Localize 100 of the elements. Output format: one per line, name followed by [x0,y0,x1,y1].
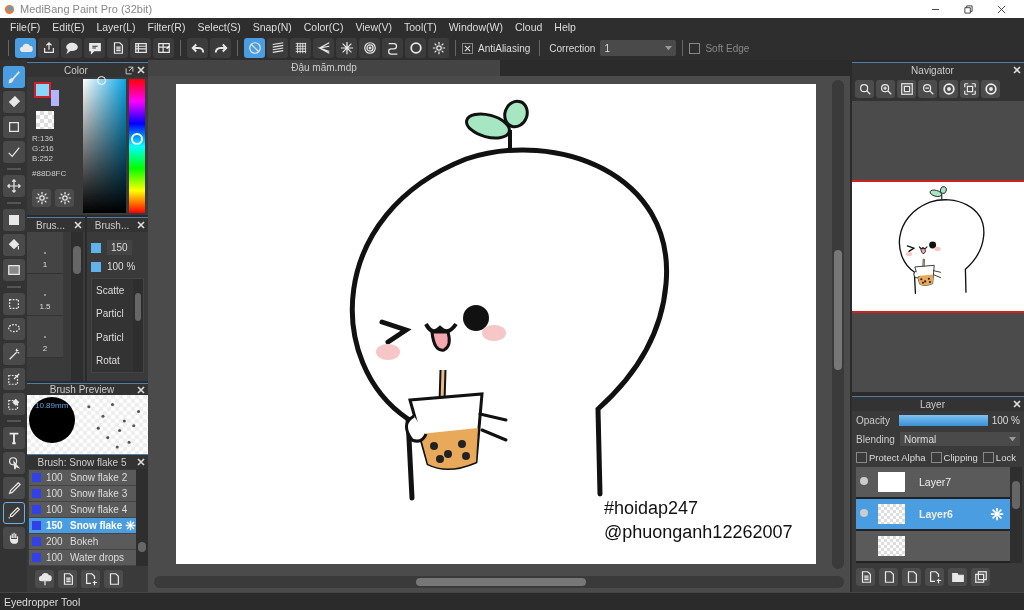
toolbar-button[interactable] [210,38,231,58]
menu-item[interactable]: Color(C) [297,21,350,33]
menu-item[interactable]: Select(S) [191,21,247,33]
brush-size-swatch[interactable] [91,242,101,253]
brush-parameter[interactable]: Scatte [96,285,133,297]
toolbar-button[interactable] [359,38,380,58]
scrollbar[interactable] [136,469,148,566]
secondary-color-swatch[interactable] [51,90,59,106]
brush-size-item[interactable]: 2 [27,316,63,359]
vertical-scrollbar[interactable] [832,80,844,569]
tool-button[interactable] [2,259,25,281]
toolbar-button[interactable] [61,38,82,58]
hue-slider[interactable] [129,79,145,214]
brush-size-item[interactable]: 1.5 [27,274,63,317]
tool-button[interactable] [2,209,25,231]
tool-button[interactable] [2,452,25,474]
toolbar-button[interactable] [130,38,151,58]
toolbar-button[interactable] [187,38,208,58]
gear-icon[interactable] [990,507,1004,521]
brush-parameter[interactable]: Particl [96,331,133,343]
visibility-toggle[interactable] [860,509,868,517]
brush-list-item[interactable]: 100 Snow flake 4 [29,502,136,518]
layer-action-button[interactable] [971,568,990,586]
scrollbar[interactable] [1010,467,1022,563]
tool-button[interactable] [2,116,25,138]
tool-button[interactable] [2,527,25,549]
brush-size-field[interactable]: 150 [107,240,132,256]
toolbar-button[interactable] [336,38,357,58]
tool-button[interactable] [2,234,25,256]
tool-button[interactable] [2,66,25,88]
horizontal-scrollbar[interactable] [154,576,844,588]
hue-thumb[interactable] [131,133,144,145]
menu-item[interactable]: Window(W) [442,21,509,33]
document-tab[interactable]: Đậu mãm.mdp [148,60,500,76]
brush-opacity-swatch[interactable] [91,261,101,272]
menu-item[interactable]: Filter(R) [141,21,192,33]
tool-button[interactable] [2,477,25,499]
menu-item[interactable]: Tool(T) [398,21,443,33]
layer-action-button[interactable] [948,568,967,586]
tool-button[interactable] [2,175,25,197]
canvas-thumbnail[interactable] [852,180,1024,313]
toolbar-button[interactable] [38,38,59,58]
close-icon[interactable] [997,4,1006,14]
option-checkbox[interactable] [930,452,942,463]
menu-item[interactable]: Layer(L) [90,21,142,33]
brush-list-item[interactable]: 200 Bokeh [29,534,136,550]
antialiasing-checkbox[interactable] [462,42,473,54]
layer-action-button[interactable] [856,568,875,586]
toolbar-button[interactable] [107,38,128,58]
tool-button[interactable] [2,393,25,415]
brush-list-item[interactable]: 100 Water drops [29,550,136,566]
canvas[interactable]: #hoidap247 @phuonganh12262007 [176,84,816,564]
tool-button[interactable] [2,318,25,340]
toolbar-button[interactable] [153,38,174,58]
navigator-button[interactable] [897,80,916,98]
color-field[interactable] [82,79,127,214]
layer-row[interactable]: Layer7 [856,467,1010,499]
transparent-swatch[interactable] [36,111,54,129]
blending-dropdown[interactable]: Normal [900,432,1020,446]
toolbar-button[interactable] [290,38,311,58]
layer-row[interactable] [856,531,1010,563]
option-checkbox[interactable] [982,452,994,463]
gear-icon[interactable] [125,520,136,531]
tool-button[interactable] [2,343,25,365]
soft-edge-checkbox[interactable] [689,42,701,54]
menu-item[interactable]: Snap(N) [246,21,298,33]
menu-item[interactable]: View(V) [349,21,398,33]
navigator-button[interactable] [918,80,937,98]
restore-icon[interactable] [964,4,973,14]
tool-button[interactable] [2,427,25,449]
primary-color-swatch[interactable] [34,82,51,98]
option-checkbox[interactable] [856,452,867,463]
navigator-button[interactable] [876,80,895,98]
tool-button[interactable] [2,293,25,315]
toolbar-button[interactable] [267,38,288,58]
brush-action-button[interactable] [81,570,100,588]
tool-button[interactable] [2,502,25,524]
layer-action-button[interactable] [925,568,944,586]
palette-button[interactable] [32,189,51,207]
tool-button[interactable] [2,141,25,163]
toolbar-button[interactable] [428,38,449,58]
scrollbar[interactable] [71,232,83,381]
menu-item[interactable]: Help [548,21,582,33]
toolbar-button[interactable] [84,38,105,58]
correction-dropdown[interactable]: 1 [600,40,677,56]
toolbar-button[interactable] [405,38,426,58]
brush-action-button[interactable] [58,570,77,588]
tool-button[interactable] [2,368,25,390]
brush-parameter[interactable]: Particl [96,308,133,320]
toolbar-button[interactable] [382,38,403,58]
brush-size-item[interactable]: 1 [27,232,63,275]
opacity-slider[interactable] [899,415,988,426]
tool-button[interactable] [2,91,25,113]
brush-parameter[interactable]: Rotat [96,354,133,366]
menu-item[interactable]: File(F) [4,21,47,33]
toolbar-button[interactable] [313,38,334,58]
brush-list-item[interactable]: 100 Snow flake 3 [29,486,136,502]
menu-item[interactable]: Edit(E) [46,21,91,33]
navigator-button[interactable] [855,80,874,98]
menu-item[interactable]: Cloud [508,21,549,33]
